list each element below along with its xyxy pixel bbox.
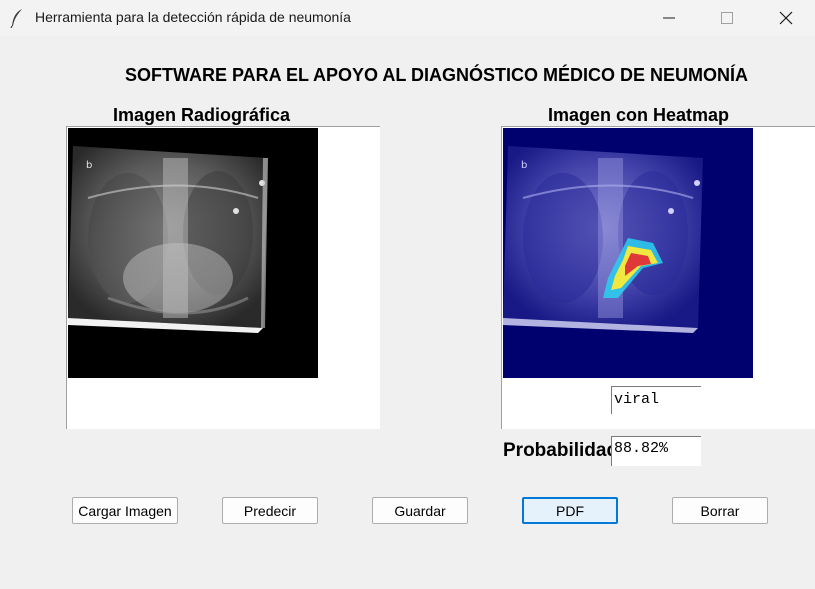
clear-button[interactable]: Borrar — [672, 497, 768, 524]
heatmap-image: b — [503, 128, 753, 378]
load-image-button[interactable]: Cargar Imagen — [72, 497, 178, 524]
close-icon — [779, 11, 793, 25]
maximize-icon — [721, 12, 733, 24]
minimize-button[interactable] — [640, 0, 698, 36]
close-button[interactable] — [757, 0, 815, 36]
svg-text:b: b — [86, 160, 92, 171]
xray-image: b — [68, 128, 318, 378]
predict-button[interactable]: Predecir — [222, 497, 318, 524]
xray-canvas: b — [66, 126, 380, 429]
title-bar: Herramienta para la detección rápida de … — [0, 0, 815, 36]
xray-panel-title: Imagen Radiográfica — [113, 105, 291, 125]
feather-icon — [10, 8, 24, 29]
maximize-button[interactable] — [698, 0, 756, 36]
probability-label: Probabilidad: — [503, 440, 611, 461]
svg-text:b: b — [521, 160, 527, 171]
heatmap-panel-title: Imagen con Heatmap — [548, 105, 730, 125]
page-heading: SOFTWARE PARA EL APOYO AL DIAGNÓSTICO MÉ… — [125, 65, 749, 85]
save-button[interactable]: Guardar — [372, 497, 468, 524]
result-field[interactable]: viral — [611, 386, 701, 414]
probability-field[interactable]: 88.82% — [611, 436, 701, 466]
minimize-icon — [663, 12, 675, 24]
window-title: Herramienta para la detección rápida de … — [35, 9, 351, 25]
heatmap-canvas: b — [501, 126, 815, 429]
pdf-button[interactable]: PDF — [522, 497, 618, 524]
